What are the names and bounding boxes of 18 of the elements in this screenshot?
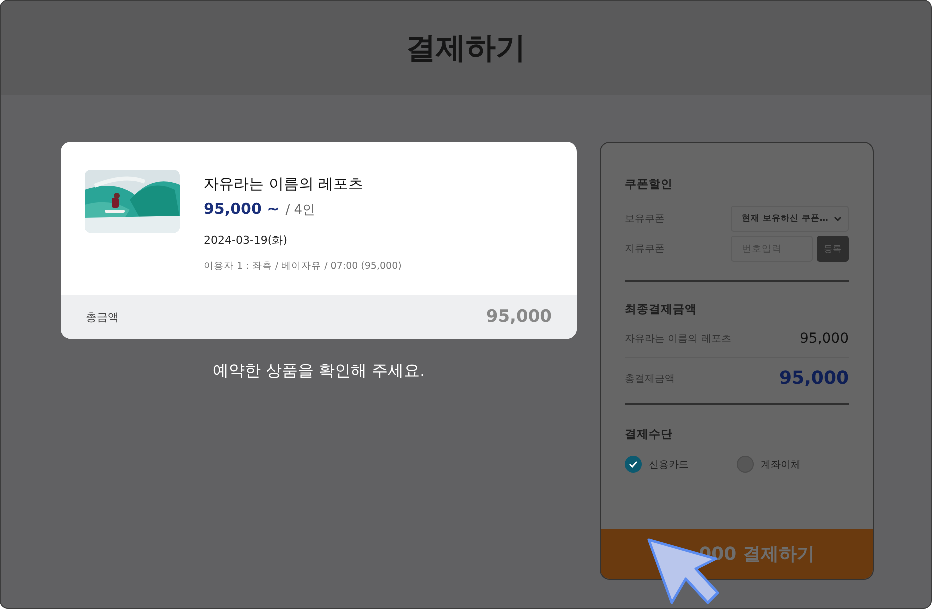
booking-date: 2024-03-19(화): [204, 233, 289, 248]
coupon-select[interactable]: 현재 보유하신 쿠폰…: [731, 206, 849, 232]
total-amount: 95,000: [780, 368, 849, 389]
booking-detail: 이용자 1 : 좌측 / 베이자유 / 07:00 (95,000): [204, 260, 402, 273]
item-amount: 95,000: [800, 331, 849, 347]
guide-message: 예약한 상품을 확인해 주세요.: [212, 361, 426, 382]
section-title: 최종결제금액: [625, 302, 698, 317]
total-label: 총금액: [86, 310, 119, 324]
page-title: 결제하기: [406, 30, 526, 68]
payment-option[interactable]: 계좌이체: [737, 456, 849, 473]
chevron-down-icon: [834, 216, 842, 222]
section-title: 결제수단: [625, 427, 674, 442]
people-count: / 4인: [286, 202, 316, 219]
product-price: 95,000 ~: [204, 200, 280, 218]
payment-option[interactable]: 신용카드: [625, 456, 737, 473]
section-title: 쿠폰할인: [625, 177, 674, 192]
product-name: 자유라는 이름의 레포츠: [204, 175, 365, 194]
total-amount: 95,000: [486, 307, 552, 327]
